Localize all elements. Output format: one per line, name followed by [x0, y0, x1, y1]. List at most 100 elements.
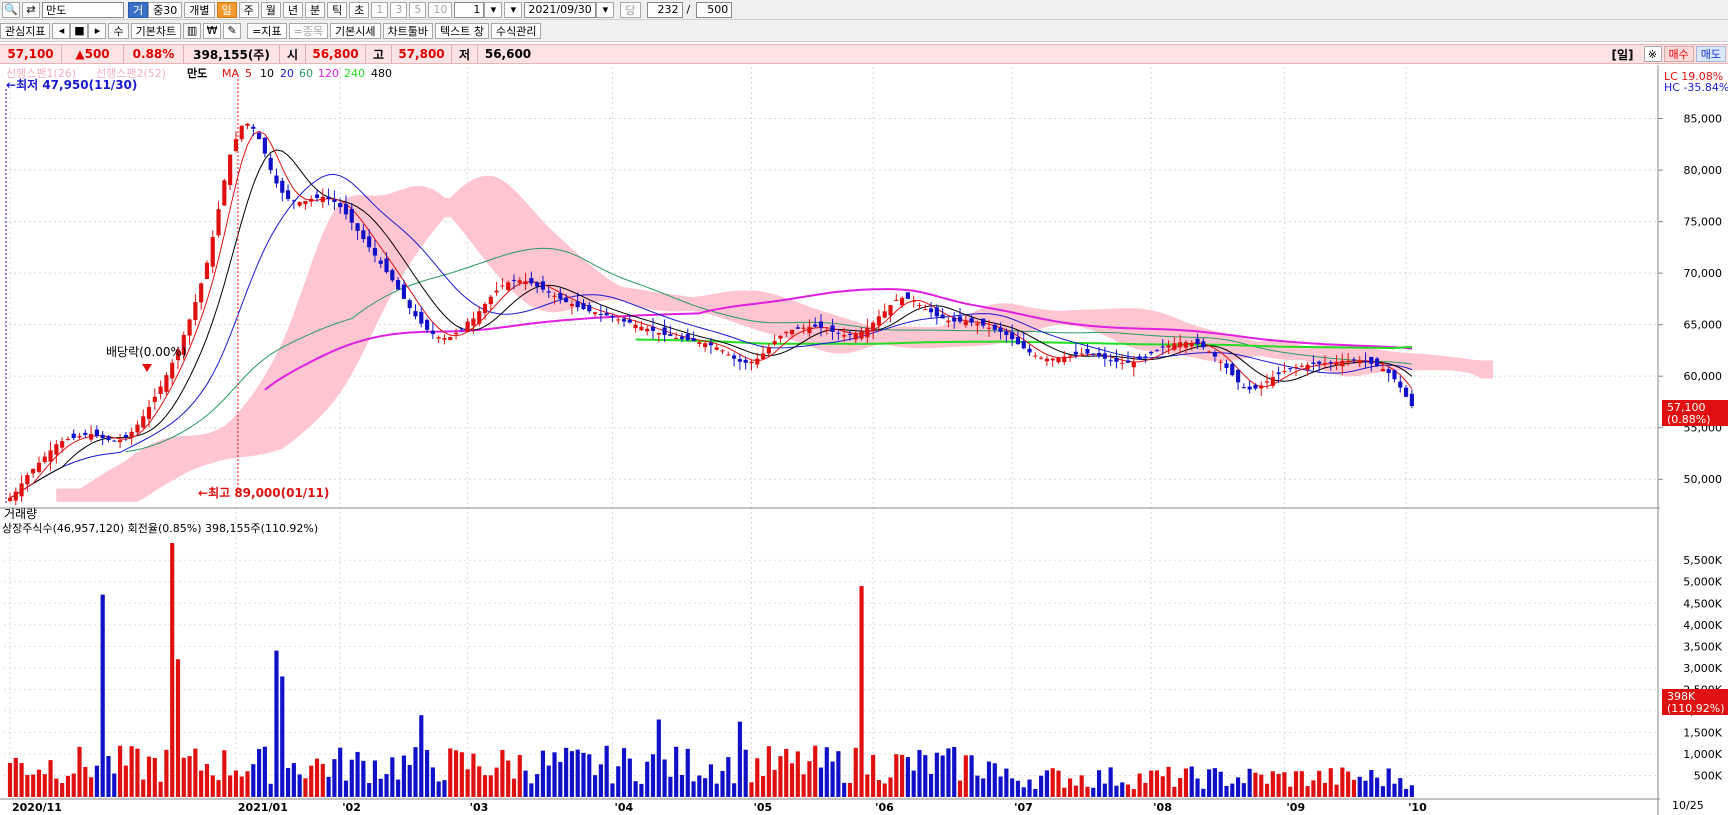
stock-name-input[interactable]: 만도	[42, 1, 124, 18]
candle-body	[592, 312, 598, 315]
candle-body	[274, 175, 279, 184]
formula-manage-button[interactable]: 수식관리	[490, 22, 542, 39]
low-value: 56,600	[484, 47, 532, 61]
volume-bar	[1021, 787, 1026, 797]
indicator-button[interactable]: =지표	[247, 22, 287, 39]
period-second-button[interactable]: 초	[349, 1, 370, 18]
period-tick-button[interactable]: 틱	[327, 1, 348, 18]
prev-icon[interactable]: ◂	[52, 22, 71, 39]
jung-toggle[interactable]: 중30	[148, 1, 183, 18]
volume-bar	[760, 776, 766, 797]
candle-body	[957, 316, 963, 322]
volume-bar	[123, 765, 128, 797]
candle-body	[1039, 357, 1044, 359]
volume-bar	[865, 774, 870, 797]
volume-bar	[1108, 767, 1113, 797]
candle-body	[650, 326, 656, 331]
date-select[interactable]: 2021/09/30	[524, 1, 597, 18]
period-year-button[interactable]: 년	[282, 1, 303, 18]
candle-body	[1108, 360, 1113, 362]
volume-bar	[1143, 782, 1148, 797]
candle-body	[778, 335, 783, 339]
last-price-pct: (0.88%)	[1667, 413, 1711, 426]
chevron-down-icon[interactable]: ▾	[504, 1, 523, 18]
candle-body	[453, 332, 459, 335]
candle-body	[1114, 357, 1119, 362]
chart-toolbar-button[interactable]: 차트툴바	[382, 22, 433, 39]
sell-button[interactable]: 매도	[1695, 46, 1726, 62]
su-button[interactable]: 수	[108, 22, 129, 39]
volume-bar	[1166, 766, 1171, 797]
geo-toggle[interactable]: 거	[128, 1, 149, 18]
settings-icon[interactable]: ※	[1643, 46, 1662, 62]
bars-shown-input[interactable]: 232	[646, 1, 683, 18]
chevron-down-icon[interactable]: ▾	[596, 1, 615, 18]
basic-chart-button[interactable]: 기본차트	[130, 22, 182, 39]
volume-bar	[1276, 773, 1281, 797]
tool-icon[interactable]: ✎	[223, 22, 242, 39]
candle-body	[865, 327, 870, 338]
period-day-button[interactable]: 일	[216, 1, 237, 18]
minute-5-button[interactable]: 5	[409, 1, 427, 18]
candle-body	[1235, 369, 1241, 383]
candle-body	[129, 431, 134, 438]
volume-bar	[285, 767, 291, 797]
candle-body	[633, 324, 638, 329]
period-minute-button[interactable]: 분	[305, 1, 326, 18]
won-button[interactable]: ₩	[203, 22, 222, 39]
volume-bar	[1346, 771, 1351, 797]
candle-body	[523, 281, 528, 285]
candle-body	[1143, 356, 1148, 358]
candle-body	[1305, 364, 1310, 370]
basic-quote-button[interactable]: 기본시세	[330, 22, 381, 39]
next-icon[interactable]: ▸	[88, 22, 107, 39]
volume-tick-label: 5,500K	[1683, 554, 1722, 567]
candle-body	[911, 300, 916, 302]
volume-bar	[1357, 776, 1362, 797]
candle-body	[222, 180, 227, 206]
candle-body	[830, 325, 835, 332]
toolbar: 🔍 ⇄ 만도 거 중30 개별 일 주 월 년 분 틱 초 1 3 5 10 1…	[0, 0, 1728, 20]
dang-button[interactable]: 당	[620, 1, 641, 18]
stop-icon[interactable]: ■	[70, 22, 89, 39]
volume-bar	[569, 751, 574, 797]
candle-body	[19, 483, 24, 497]
volume-bar	[784, 748, 789, 797]
candle-body	[1131, 361, 1136, 368]
swap-icon[interactable]: ⇄	[22, 1, 40, 18]
buy-button[interactable]: 매수	[1663, 46, 1694, 62]
annotation-dividend: 배당락(0.00%)	[106, 345, 187, 359]
volume-bar	[1386, 768, 1391, 797]
period-month-button[interactable]: 월	[260, 1, 281, 18]
volume-panel-info: 상장주식수(46,957,120) 회전율(0.85%) 398,155주(11…	[2, 522, 318, 535]
volume-bar	[830, 761, 835, 797]
price-tick-label: 80,000	[1684, 164, 1723, 177]
search-icon[interactable]: 🔍	[2, 1, 20, 18]
chart-type-icon[interactable]: ▥	[183, 22, 202, 39]
chevron-down-icon[interactable]: ▾	[484, 1, 503, 18]
volume-bar	[314, 758, 320, 797]
volume-bar	[112, 773, 117, 797]
volume-bar	[135, 748, 140, 797]
minute-10-button[interactable]: 10	[428, 1, 453, 18]
candle-body	[309, 198, 314, 202]
text-window-button[interactable]: 텍스트 창	[435, 22, 489, 39]
candle-body	[1247, 386, 1252, 390]
bars-total-input[interactable]: 500	[696, 1, 733, 18]
count-input[interactable]: 1	[454, 1, 485, 18]
interest-indicator-button[interactable]: 관심지표	[0, 22, 51, 39]
candle-body	[708, 342, 714, 346]
candle-body	[1201, 341, 1206, 348]
minute-3-button[interactable]: 3	[390, 1, 408, 18]
price-tick-label: 70,000	[1684, 267, 1723, 280]
volume-bar	[1253, 772, 1258, 797]
mode-individual-button[interactable]: 개별	[184, 1, 215, 18]
candle-body	[859, 331, 864, 339]
candle-body	[963, 321, 968, 326]
candle-body	[1317, 361, 1322, 364]
item-button[interactable]: =종목	[288, 22, 329, 39]
candle-body	[297, 202, 302, 206]
volume-bar	[1044, 770, 1050, 797]
minute-1-button[interactable]: 1	[371, 1, 389, 18]
period-week-button[interactable]: 주	[238, 1, 259, 18]
